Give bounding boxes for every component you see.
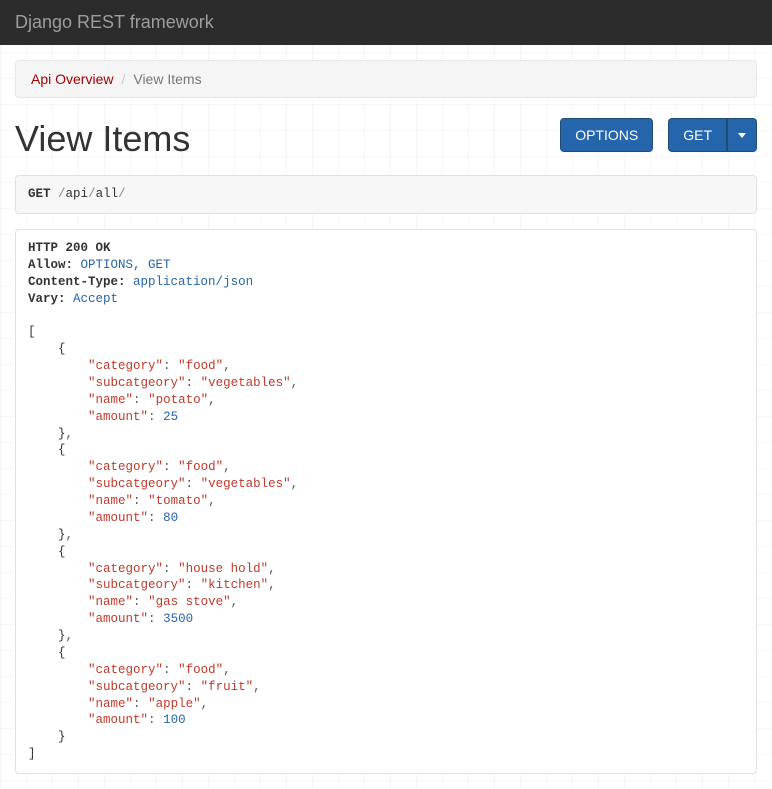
chevron-down-icon	[738, 133, 746, 138]
get-dropdown-toggle[interactable]	[727, 118, 757, 152]
navbar: Django REST framework	[0, 0, 772, 45]
page-title: View Items	[15, 118, 190, 160]
action-buttons: OPTIONS GET	[560, 118, 757, 152]
request-info-box: GET /api/all/	[15, 175, 757, 214]
breadcrumb-current: View Items	[133, 71, 201, 87]
get-button[interactable]: GET	[668, 118, 727, 152]
breadcrumb-root-link[interactable]: Api Overview	[31, 71, 113, 87]
options-button[interactable]: OPTIONS	[560, 118, 653, 152]
navbar-brand[interactable]: Django REST framework	[15, 12, 214, 32]
response-body-box: HTTP 200 OK Allow: OPTIONS, GET Content-…	[15, 229, 757, 774]
breadcrumb-separator: /	[121, 71, 125, 87]
breadcrumb: Api Overview / View Items	[15, 60, 757, 98]
